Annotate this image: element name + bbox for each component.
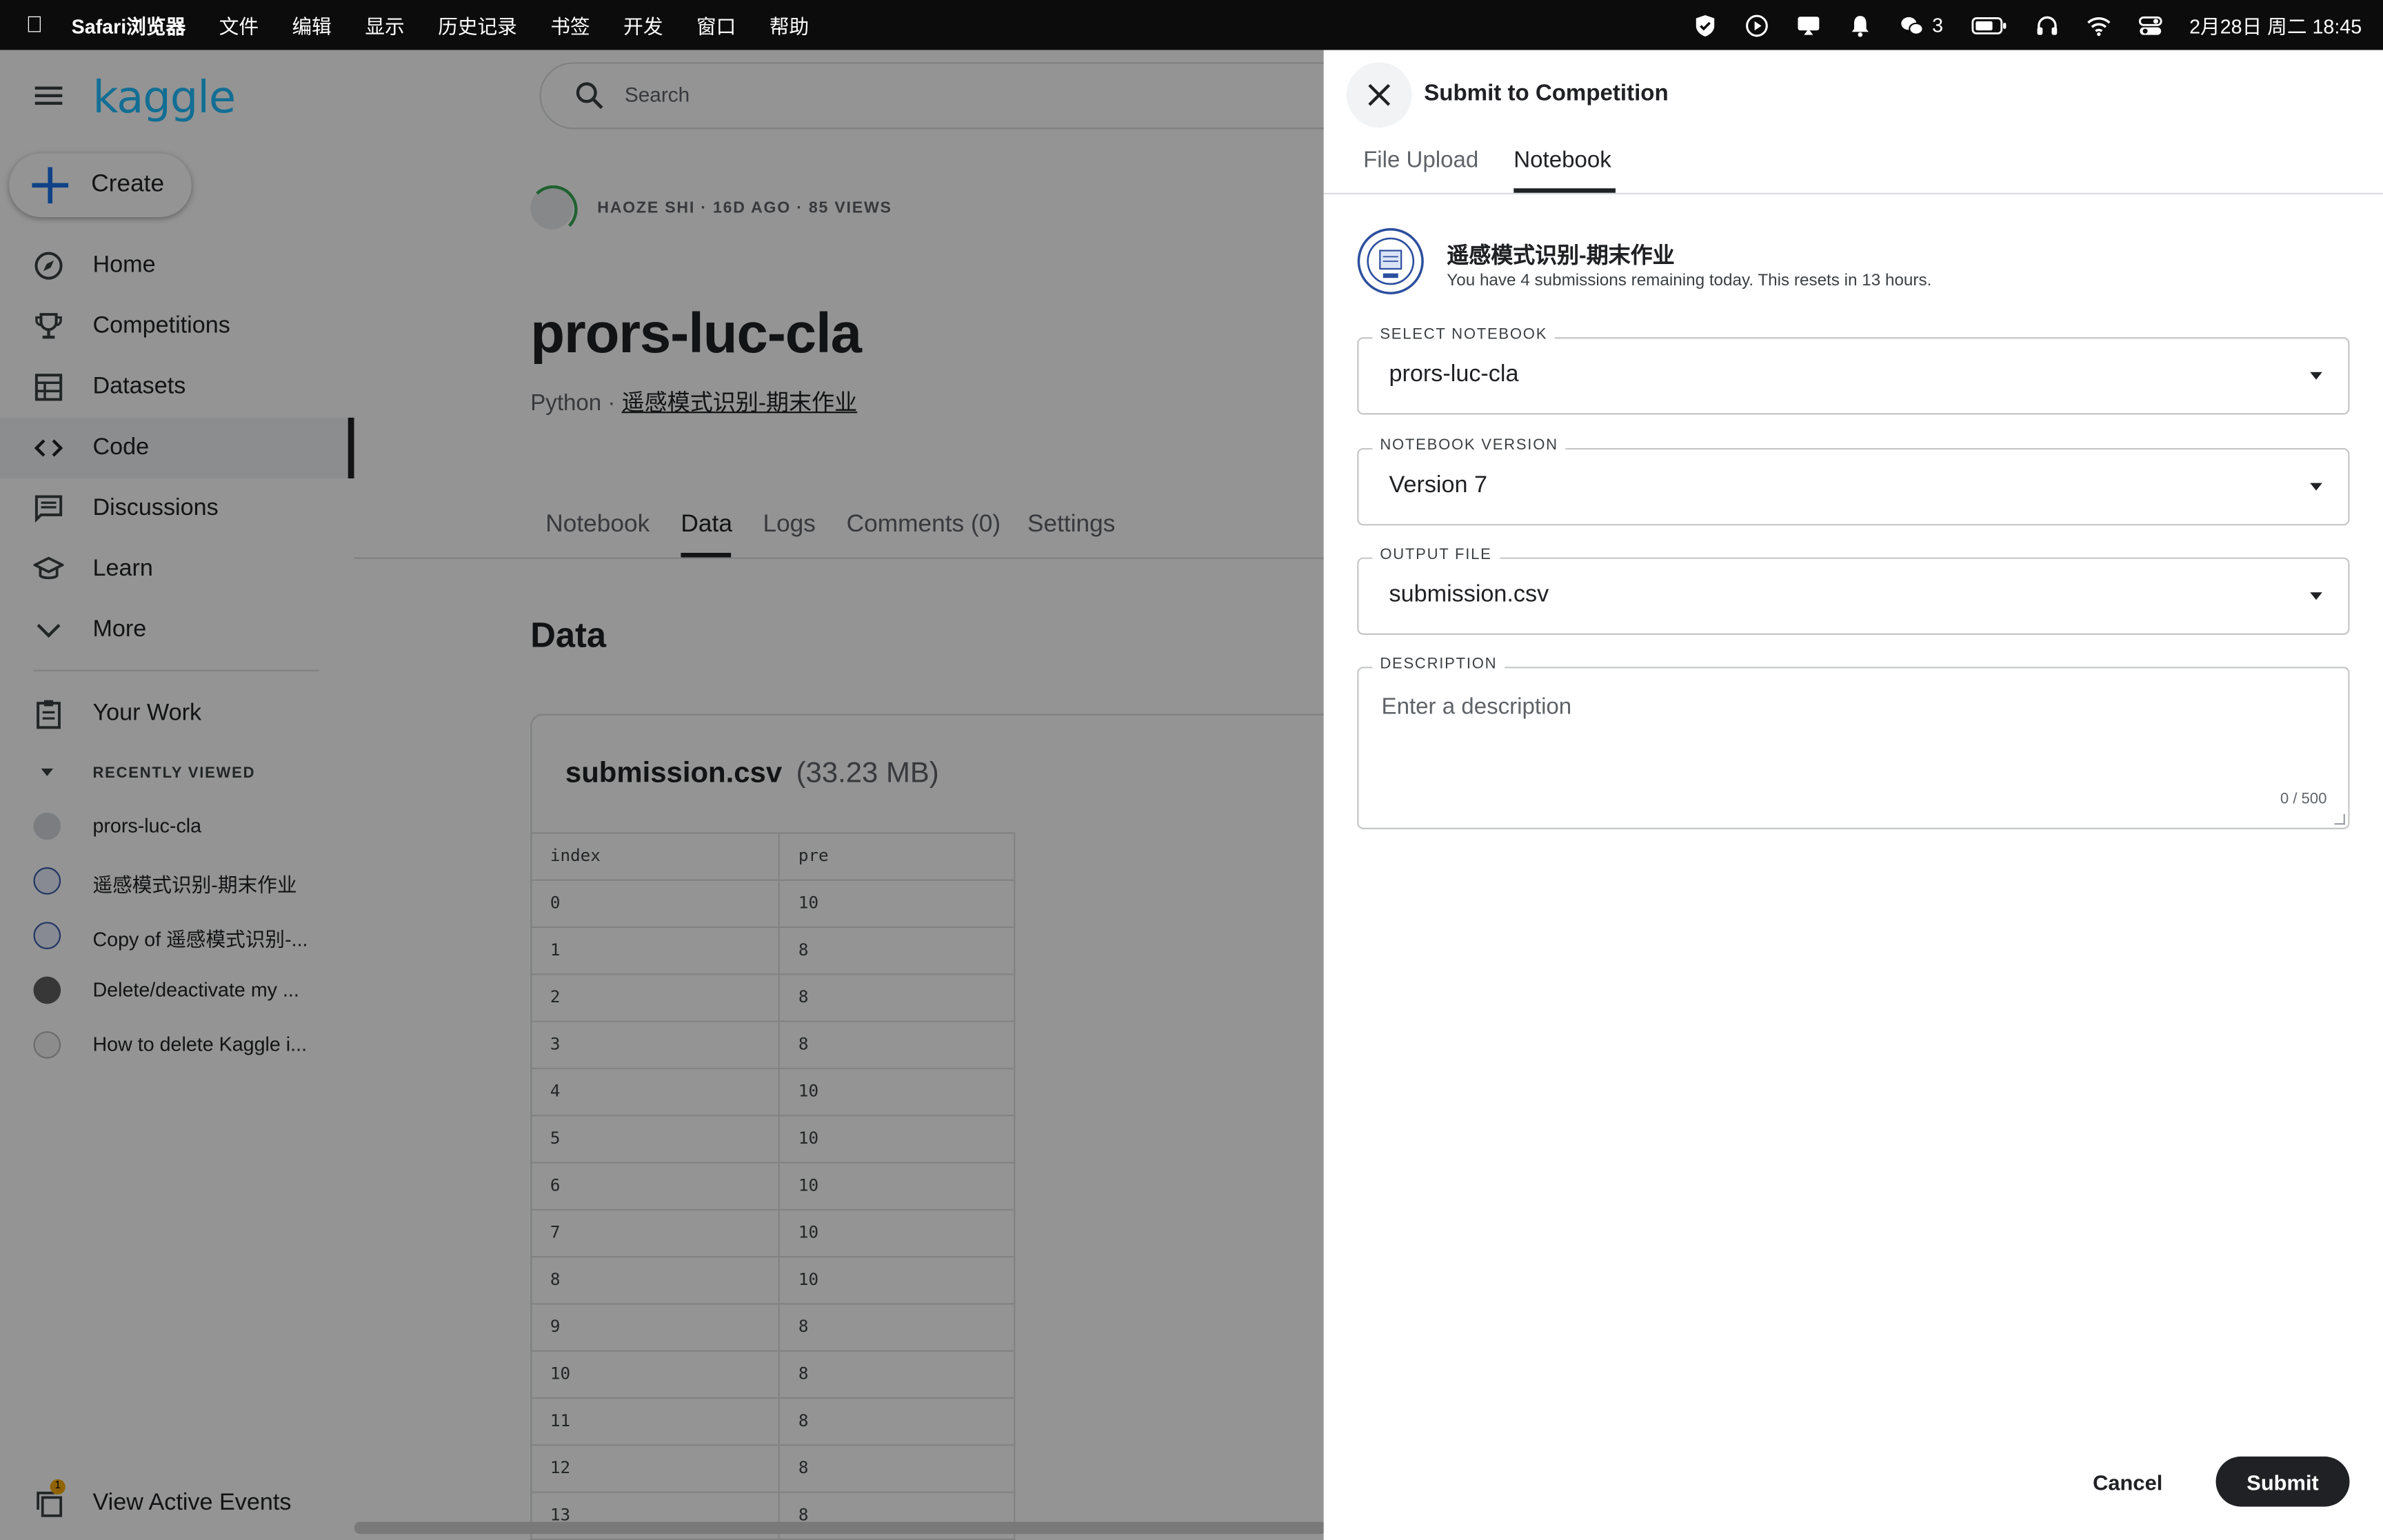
field-value: prors-luc-cla: [1389, 361, 1519, 387]
apple-icon[interactable]: : [26, 12, 50, 38]
menubar-clock[interactable]: 2月28日 周二 18:45: [2189, 10, 2362, 39]
menu-develop[interactable]: 开发: [623, 10, 663, 39]
tabs-divider: [1323, 192, 2383, 195]
field-label: DESCRIPTION: [1372, 656, 1505, 673]
screen-mirror-icon[interactable]: [1797, 13, 1821, 37]
modal-backdrop[interactable]: [0, 50, 1324, 1540]
menu-app-name[interactable]: Safari浏览器: [72, 10, 186, 39]
wifi-icon[interactable]: [2086, 13, 2110, 37]
menu-history[interactable]: 历史记录: [438, 10, 517, 39]
menu-bar:  Safari浏览器 文件 编辑 显示 历史记录 书签 开发 窗口 帮助 3 …: [0, 0, 2383, 50]
description-input[interactable]: [1378, 691, 2327, 773]
control-center-icon[interactable]: [2138, 13, 2162, 37]
menu-file[interactable]: 文件: [219, 10, 259, 39]
submit-button[interactable]: Submit: [2215, 1456, 2350, 1507]
play-circle-icon[interactable]: [1745, 13, 1769, 37]
character-count: 0 / 500: [2280, 791, 2327, 809]
field-label: OUTPUT FILE: [1372, 547, 1500, 564]
notebook-version-dropdown[interactable]: NOTEBOOK VERSION Version 7: [1357, 437, 2350, 526]
tab-notebook-submit[interactable]: Notebook: [1514, 148, 1611, 173]
caret-down-icon: [2310, 372, 2322, 380]
wechat-icon[interactable]: [1900, 13, 1924, 37]
select-notebook-dropdown[interactable]: SELECT NOTEBOOK prors-luc-cla: [1357, 326, 2350, 415]
close-button[interactable]: [1346, 62, 1412, 128]
resize-handle-icon[interactable]: [2334, 813, 2345, 825]
competition-logo: [1357, 227, 1424, 294]
field-label: SELECT NOTEBOOK: [1372, 326, 1556, 343]
field-label: NOTEBOOK VERSION: [1372, 437, 1566, 454]
description-field: DESCRIPTION 0 / 500: [1357, 656, 2350, 829]
menu-view[interactable]: 显示: [365, 10, 404, 39]
panel-title: Submit to Competition: [1424, 80, 1669, 107]
menu-edit[interactable]: 编辑: [292, 10, 332, 39]
field-value: Version 7: [1389, 472, 1488, 498]
shield-icon[interactable]: [1693, 13, 1718, 37]
caret-down-icon: [2310, 483, 2322, 491]
menu-help[interactable]: 帮助: [770, 10, 809, 39]
bell-icon[interactable]: [1849, 13, 1873, 37]
wechat-badge: 3: [1932, 13, 1944, 37]
output-file-dropdown[interactable]: OUTPUT FILE submission.csv: [1357, 547, 2350, 635]
menu-window[interactable]: 窗口: [696, 10, 736, 39]
menu-bookmarks[interactable]: 书签: [550, 10, 590, 39]
tab-file-upload[interactable]: File Upload: [1363, 148, 1478, 173]
submissions-remaining: You have 4 submissions remaining today. …: [1447, 272, 1932, 290]
competition-name: 遥感模式识别-期末作业: [1447, 244, 1675, 269]
battery-icon[interactable]: [1971, 13, 2007, 37]
submit-panel: Submit to Competition File Upload Notebo…: [1323, 50, 2383, 1540]
close-icon: [1368, 83, 1391, 106]
field-value: submission.csv: [1389, 581, 1549, 608]
caret-down-icon: [2310, 592, 2322, 600]
cancel-button[interactable]: Cancel: [2076, 1459, 2180, 1505]
headphones-icon[interactable]: [2034, 13, 2058, 37]
